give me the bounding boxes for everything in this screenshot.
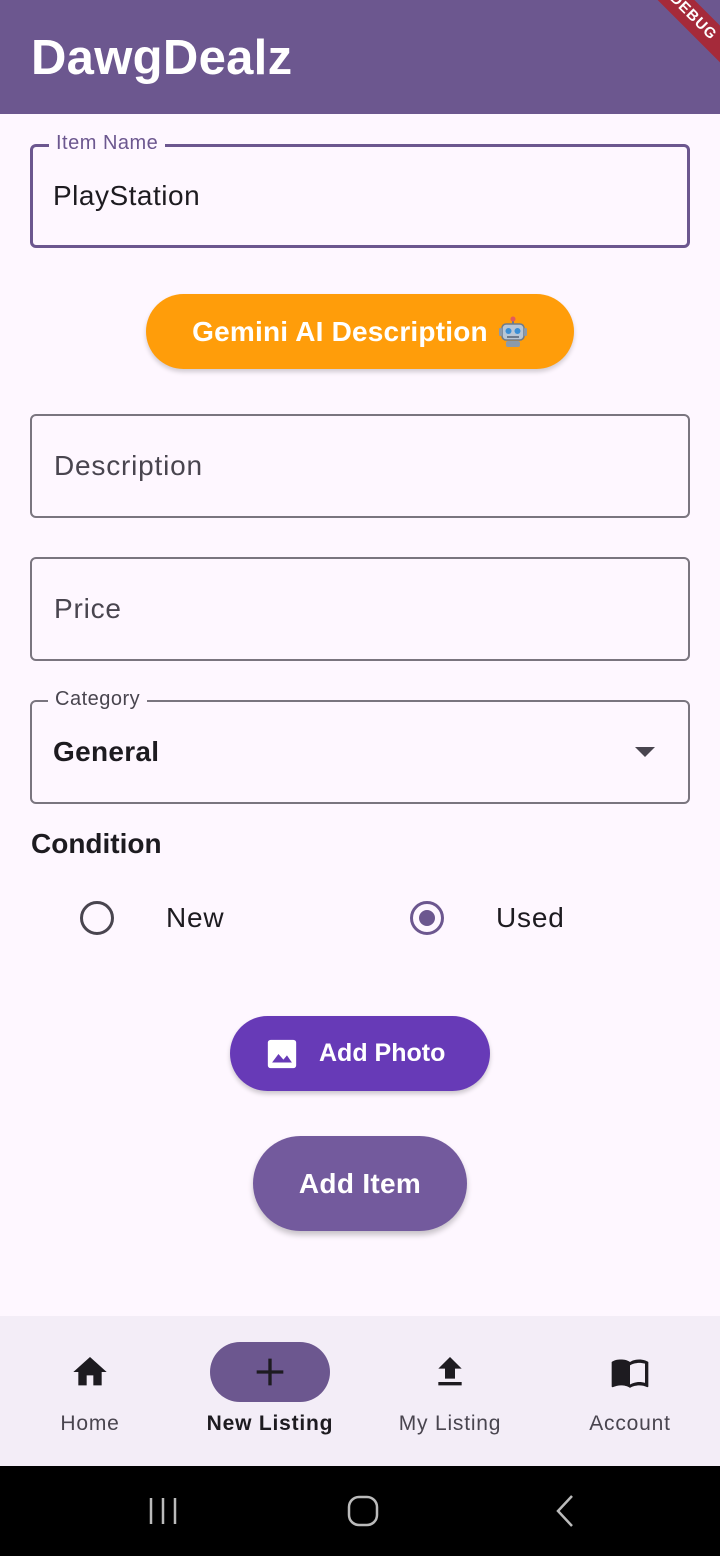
item-name-field[interactable]: Item Name PlayStation (30, 132, 690, 248)
nav-item-account[interactable]: Account (540, 1316, 720, 1466)
category-label: Category (48, 688, 148, 711)
home-icon (73, 1357, 107, 1386)
category-dropdown[interactable]: Category General (30, 688, 690, 804)
description-field[interactable]: Description (30, 414, 690, 518)
debug-banner: DEBUG (623, 0, 720, 87)
system-navigation-bar (0, 1466, 720, 1556)
price-field[interactable]: Price (30, 557, 690, 661)
gemini-button-label: Gemini AI Description (192, 315, 488, 347)
image-icon (267, 1039, 297, 1068)
nav-label-home: Home (60, 1412, 120, 1435)
category-value: General (53, 736, 160, 767)
add-item-button[interactable]: Add Item (253, 1136, 467, 1231)
nav-label-my-listing: My Listing (398, 1412, 502, 1435)
robot-icon (498, 316, 527, 347)
upload-icon (438, 1357, 462, 1386)
back-icon[interactable] (540, 1488, 590, 1534)
nav-active-indicator (210, 1342, 330, 1402)
nav-item-my-listing[interactable]: My Listing (360, 1316, 540, 1466)
book-icon (611, 1359, 649, 1388)
condition-used-label[interactable]: Used (496, 902, 565, 934)
app-title: DawgDealz (31, 31, 293, 85)
add-photo-button[interactable]: Add Photo (230, 1016, 490, 1091)
nav-item-new-listing[interactable]: New Listing (180, 1316, 360, 1466)
nav-item-home[interactable]: Home (0, 1316, 180, 1466)
dropdown-arrow-icon[interactable] (635, 747, 655, 757)
add-icon (256, 1358, 284, 1386)
gemini-ai-description-button[interactable]: Gemini AI Description (146, 294, 574, 369)
home-button-icon[interactable] (338, 1488, 388, 1534)
condition-new-radio[interactable] (80, 901, 114, 935)
condition-used-radio[interactable] (410, 901, 444, 935)
condition-new-label[interactable]: New (166, 902, 224, 934)
condition-heading: Condition (31, 828, 162, 859)
price-placeholder: Price (54, 593, 122, 624)
add-photo-label: Add Photo (319, 1039, 446, 1067)
item-name-value[interactable]: PlayStation (53, 180, 200, 212)
nav-label-new-listing: New Listing (206, 1412, 334, 1435)
recent-apps-icon[interactable] (138, 1488, 188, 1534)
nav-label-account: Account (589, 1412, 671, 1435)
description-placeholder: Description (54, 450, 203, 481)
app-bar: DawgDealz DEBUG (0, 0, 720, 114)
item-name-label: Item Name (49, 132, 166, 155)
bottom-navigation-bar: Home New Listing My Listing Account (0, 1316, 720, 1466)
